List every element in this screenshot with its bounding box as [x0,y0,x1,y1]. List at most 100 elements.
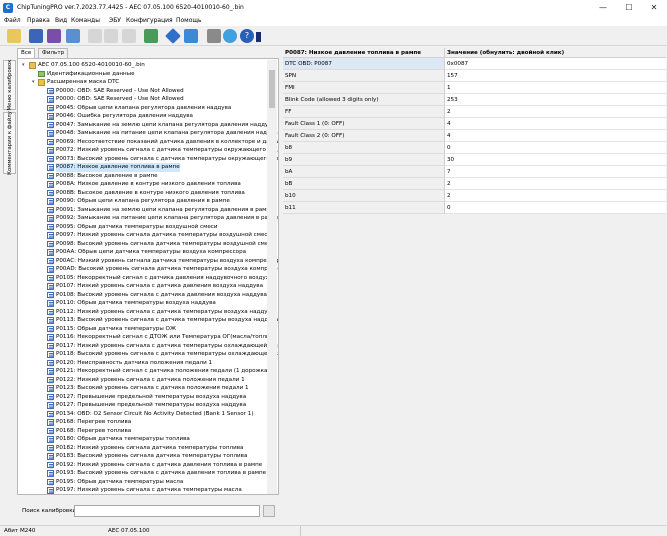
tree-dtc-item[interactable]: P0127: Превышение предельной температуры… [18,393,268,402]
tree-item-label: P0046: Ошибка регулятора давления наддув… [56,113,193,119]
minimize-button[interactable]: — [590,0,616,16]
tree-dtc-item[interactable]: P0048: Замыкание на питание цепи клапана… [18,129,278,138]
tree-scrollbar[interactable] [267,60,277,494]
tree-dtc-item[interactable]: P0047: Замыкание на землю цепи клапана р… [18,121,275,130]
tree-dtc-item[interactable]: P0117: Низкий уровень сигнала с датчика … [18,342,278,351]
grid-param-name: b8 [283,142,445,154]
tree-dtc-item[interactable]: P0134: OBD: O2 Sensor Circuit No Activit… [18,410,268,419]
cut-icon[interactable] [88,29,102,43]
tree-dtc-item[interactable]: P0046: Ошибка регулятора давления наддув… [18,112,268,121]
menu-edit[interactable]: Правка [27,17,50,24]
tree-dtc-item[interactable]: P0183: Высокий уровень сигнала датчика т… [18,452,268,461]
tree-dtc-item[interactable]: P0087: Низкое давление топлива в рампе [18,163,268,172]
tree-dtc-item[interactable]: P0113: Высокий уровень сигнала с датчика… [18,316,278,325]
globe-icon[interactable] [223,29,237,43]
tree-dtc-item[interactable]: P00AC: Низкий уровень сигнала датчика те… [18,257,278,266]
menu-config[interactable]: Конфигурация [126,17,173,24]
dtc-item-icon [47,121,54,128]
help-icon[interactable]: ? [240,29,254,43]
save-icon[interactable] [29,29,43,43]
tree-dtc-item[interactable]: P0092: Замыкание на питание цепи клапана… [18,214,278,223]
tree-dtc-item[interactable]: P0121: Некорректный сигнал с датчика пол… [18,367,270,376]
tree-dtc-item[interactable]: P0108: Высокий уровень сигнала с датчика… [18,291,268,300]
tree-dtc-item[interactable]: P0073: Высокий уровень сигнала с датчика… [18,155,278,164]
menu-view[interactable]: Вид [55,17,67,24]
tree-dtc-item[interactable]: P0098: Высокий уровень сигнала датчика т… [18,240,275,249]
tree-dtc-item[interactable]: P0180: Обрыв датчика температуры топлива [18,435,268,444]
grid-param-value[interactable]: 2 [445,178,666,190]
tab-all[interactable]: Все [17,48,36,58]
tree-dtc-item[interactable]: P0193: Высокий уровень сигнала с датчика… [18,469,268,478]
tree-dtc-item[interactable]: P0069: Несоответствие показаний датчика … [18,138,278,147]
tree-dtc-item[interactable]: P0090: Обрыв цепи клапана регулятора дав… [18,197,268,206]
grid-param-value[interactable]: 30 [445,154,666,166]
tree-dtc-item[interactable]: P008A: Низкое давление в контуре низкого… [18,180,268,189]
tree-dtc-item[interactable]: P0123: Высокий уровень сигнала с датчика… [18,384,268,393]
copy-icon[interactable] [104,29,118,43]
search-input[interactable] [74,505,260,517]
grid-param-value[interactable]: 0 [445,202,666,214]
tree-dtc-item[interactable]: P0168: Перегрев топлива [18,427,268,436]
tree-dtc-item[interactable]: P0095: Обрыв датчика температуры воздушн… [18,223,268,232]
grid-param-value[interactable]: 4 [445,130,666,142]
grid-param-value[interactable]: 1 [445,82,666,94]
toolbar-chevron-icon[interactable] [256,32,261,42]
tree-dtc-item[interactable]: P0195: Обрыв датчика температуры масла [18,478,268,487]
reload-icon[interactable] [66,29,80,43]
tree-dtc-item[interactable]: P0000: OBD: SAE Reserved - Use Not Allow… [18,87,268,96]
tree-dtc-item[interactable]: P0127: Превышение предельной температуры… [18,401,268,410]
download-icon[interactable] [184,29,198,43]
grid-param-value[interactable]: 7 [445,166,666,178]
tree-dtc-item[interactable]: P0197: Низкий уровень сигнала с датчика … [18,486,268,494]
menu-help[interactable]: Помощь [176,17,202,24]
tab-comments[interactable]: Комментарии к файлу [3,111,16,175]
tree-dtc-item[interactable]: P0045: Обрыв цепи клапана регулятора дав… [18,104,268,113]
tree-mask-folder[interactable]: Расширенная маска DTC [18,78,268,87]
tab-filter[interactable]: Фильтр [38,48,69,58]
grid-param-value[interactable]: 157 [445,70,666,82]
tree-dtc-item[interactable]: P0112: Низкий уровень сигнала с датчика … [18,308,274,317]
ecu-icon[interactable] [144,29,158,43]
save-as-icon[interactable] [47,29,61,43]
close-button[interactable]: ✕ [641,0,667,16]
dtc-item-icon [47,223,54,230]
tree-dtc-item[interactable]: P0091: Замыкание на землю цепи клапана р… [18,206,274,215]
tree-dtc-item[interactable]: P008B: Высокое давление в контуре низког… [18,189,268,198]
tree-dtc-item[interactable]: P0107: Низкий уровень сигнала с датчика … [18,282,268,291]
search-button[interactable] [263,505,275,517]
tree-dtc-item[interactable]: P0120: Неисправность датчика положения п… [18,359,268,368]
tree-dtc-item[interactable]: P0192: Низкий уровень сигнала с датчика … [18,461,268,470]
maximize-button[interactable]: ☐ [616,0,642,16]
tree-dtc-item[interactable]: P0168: Перегрев топлива [18,418,268,427]
tree-dtc-item[interactable]: P0122: Низкий уровень сигнала с датчика … [18,376,268,385]
tab-calibrations[interactable]: Меню калибровок [3,59,16,111]
tree-dtc-item[interactable]: P0105: Некорректный сигнал с датчика дав… [18,274,272,283]
menu-file[interactable]: Файл [4,17,21,24]
tree-dtc-item[interactable]: P0072: Низкий уровень сигнала с датчика … [18,146,278,155]
menu-commands[interactable]: Команды [71,17,100,24]
tools-icon[interactable] [207,29,221,43]
tree-dtc-item[interactable]: P0118: Высокий уровень сигнала с датчика… [18,350,278,359]
grid-param-value[interactable]: 4 [445,118,666,130]
tree-root[interactable]: AEC 07.05.100 6520-4010010-60_.bin [18,61,268,70]
tree-dtc-item[interactable]: P0182: Низкий уровень сигнала датчика те… [18,444,268,453]
tree-dtc-item[interactable]: P0115: Обрыв датчика температуры ОЖ [18,325,268,334]
tree-dtc-item[interactable]: P00AD: Высокий уровень сигнала датчика т… [18,265,278,274]
tree-dtc-item[interactable]: P0097: Низкий уровень сигнала датчика те… [18,231,271,240]
tree-scrollbar-thumb[interactable] [269,70,275,108]
grid-param-value[interactable]: 253 [445,94,666,106]
menu-ecu[interactable]: ЭБУ [109,17,121,24]
open-file-icon[interactable] [7,29,21,43]
paste-icon[interactable] [122,29,136,43]
diamond-icon[interactable] [165,28,181,44]
tree-dtc-item[interactable]: P0088: Высокое давление в рампе [18,172,268,181]
grid-param-value[interactable]: 2 [445,106,666,118]
tree-dtc-item[interactable]: P0116: Некорректный сигнал с ДТОЖ или Те… [18,333,278,342]
grid-param-value[interactable]: 0x0087 [445,58,666,70]
grid-param-value[interactable]: 2 [445,190,666,202]
tree-dtc-item[interactable]: P0000: OBD: SAE Reserved - Use Not Allow… [18,95,268,104]
grid-param-value[interactable]: 0 [445,142,666,154]
tree-ident[interactable]: Идентификационные данные [18,70,268,79]
tree-dtc-item[interactable]: P0110: Обрыв датчика температуры воздуха… [18,299,268,308]
tree-dtc-item[interactable]: P00AA: Обрыв цепи датчика температуры во… [18,248,268,257]
